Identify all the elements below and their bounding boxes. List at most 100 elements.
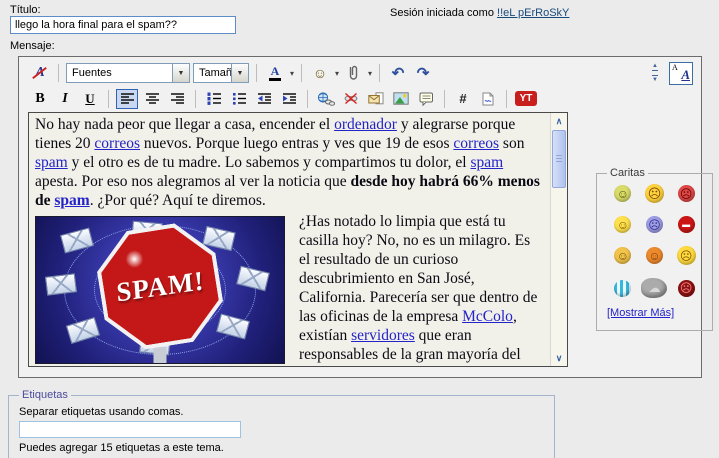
editor-link: correos	[453, 135, 499, 152]
insert-code-button[interactable]: #	[452, 89, 474, 109]
indent-button[interactable]	[278, 89, 300, 109]
align-left-button[interactable]	[116, 89, 138, 109]
insert-flash-button[interactable]	[477, 89, 499, 109]
emoticon-laugh[interactable]: ☺	[646, 247, 663, 264]
font-family-value: Fuentes	[67, 64, 172, 82]
attach-file-button[interactable]	[342, 63, 364, 83]
align-left-icon	[120, 92, 135, 105]
toolbar-resize-spinner[interactable]: ▲ ▼	[652, 63, 658, 83]
editor-scrollbar[interactable]: ∧ ∨	[550, 113, 567, 366]
image-icon	[393, 92, 409, 105]
remove-format-icon: A	[32, 65, 48, 81]
underline-button[interactable]: U	[79, 89, 101, 109]
post-editor-page: Título: Sesión iniciada como !!eL pErRoS…	[0, 0, 719, 458]
envelope-page-icon	[368, 92, 384, 105]
toolbar-separator	[256, 64, 257, 82]
align-right-icon	[170, 92, 185, 105]
quote-bubble-icon	[419, 92, 434, 106]
emoticon-rocks[interactable]: ☁	[641, 278, 667, 298]
toolbar-separator	[301, 64, 302, 82]
undo-icon: ↶	[392, 64, 405, 82]
ordered-list-icon	[207, 92, 222, 105]
title-input[interactable]	[10, 16, 236, 34]
message-body-area: No hay nada peor que llegar a casa, ence…	[28, 112, 568, 367]
tags-input[interactable]	[19, 421, 241, 438]
scroll-up-button[interactable]: ∧	[551, 113, 567, 129]
ordered-list-button[interactable]	[203, 89, 225, 109]
show-more-emoticons-link[interactable]: [Mostrar Más]	[607, 307, 674, 319]
spin-down-icon[interactable]: ▼	[652, 75, 658, 83]
broken-link-icon	[343, 92, 359, 105]
bullet-list-button[interactable]	[228, 89, 250, 109]
italic-button[interactable]: I	[54, 89, 76, 109]
toolbar-separator	[195, 90, 196, 108]
editor-link: spam	[35, 154, 68, 171]
editor-link: McColo	[462, 308, 513, 325]
message-editor: A Fuentes ▼ Tamañ ▼ A ▾ ☺ ▾	[18, 56, 702, 378]
insert-quote-button[interactable]	[415, 89, 437, 109]
underline-icon: U	[85, 91, 94, 107]
font-color-button[interactable]: A	[264, 63, 286, 83]
outdent-button[interactable]	[253, 89, 275, 109]
align-center-button[interactable]	[141, 89, 163, 109]
toolbar-separator	[108, 90, 109, 108]
paragraph: No hay nada peor que llegar a casa, ence…	[35, 115, 544, 210]
align-center-icon	[145, 92, 160, 105]
insert-email-button[interactable]	[365, 89, 387, 109]
outdent-icon	[257, 92, 272, 105]
session-user-link[interactable]: !!eL pErRoSkY	[497, 7, 569, 19]
emoticon-mad[interactable]: ☹	[678, 185, 695, 202]
emoticon-devil[interactable]: ☹	[678, 280, 695, 297]
redo-icon: ↷	[417, 64, 430, 82]
message-body[interactable]: No hay nada peor que llegar a casa, ence…	[29, 113, 550, 366]
font-size-dropdown[interactable]: Tamañ ▼	[193, 63, 249, 83]
emoticon-grr[interactable]: ▬	[678, 216, 695, 233]
emoticon-sad[interactable]: ☹	[645, 184, 664, 203]
hash-icon: #	[459, 91, 466, 106]
scrollbar-thumb[interactable]	[552, 130, 566, 188]
undo-button[interactable]: ↶	[387, 63, 409, 83]
emoticon-dropdown-arrow[interactable]: ▾	[335, 69, 339, 78]
flash-file-icon	[482, 92, 494, 106]
spam-sign-text: SPAM!	[116, 271, 205, 302]
globe-link-icon	[317, 92, 335, 106]
font-family-dropdown[interactable]: Fuentes ▼	[66, 63, 190, 83]
chevron-down-icon[interactable]: ▼	[231, 64, 248, 82]
emoticon-grin[interactable]: ☺	[614, 216, 631, 233]
bold-icon: B	[35, 91, 44, 107]
insert-emoticon-button[interactable]: ☺	[309, 63, 331, 83]
remove-link-button[interactable]	[340, 89, 362, 109]
paragraph: SPAM! ¿Has notado lo limpia que está tu …	[35, 212, 544, 366]
toolbar-separator	[307, 90, 308, 108]
emoticon-squint[interactable]: ☹	[677, 246, 696, 265]
font-color-dropdown-arrow[interactable]: ▾	[290, 69, 294, 78]
emoticon-rolleyes[interactable]: ☺	[614, 247, 631, 264]
emoticon-smile[interactable]: ☺	[614, 185, 631, 202]
session-status: Sesión iniciada como !!eL pErRoSkY	[390, 7, 569, 19]
editor-link: correos	[94, 135, 140, 152]
toggle-editor-mode-button[interactable]: A A	[669, 62, 693, 85]
emoticon-grid: ☺ ☹ ☹ ☺ ☹ ▬ ☺ ☺ ☹ ☁ ☹	[607, 184, 702, 298]
spin-up-icon[interactable]: ▲	[652, 63, 658, 71]
redo-button[interactable]: ↷	[412, 63, 434, 83]
toolbar-separator	[506, 90, 507, 108]
insert-youtube-button[interactable]: YT	[514, 89, 538, 109]
emoticon-ball[interactable]	[614, 280, 631, 297]
bold-button[interactable]: B	[29, 89, 51, 109]
emoticon-confused[interactable]: ☹	[646, 216, 663, 233]
tags-panel: Etiquetas Separar etiquetas usando comas…	[8, 389, 555, 458]
tags-panel-title: Etiquetas	[19, 389, 71, 401]
chevron-down-icon[interactable]: ▼	[172, 64, 189, 82]
attach-dropdown-arrow[interactable]: ▾	[368, 69, 372, 78]
insert-image-button[interactable]	[390, 89, 412, 109]
toolbar-separator	[58, 64, 59, 82]
align-right-button[interactable]	[166, 89, 188, 109]
scroll-down-button[interactable]: ∨	[551, 350, 567, 366]
italic-icon: I	[62, 91, 67, 107]
spam-stop-sign-image: SPAM!	[35, 216, 285, 364]
insert-link-button[interactable]	[315, 89, 337, 109]
remove-format-button[interactable]: A	[29, 63, 51, 83]
editor-link: spam	[54, 192, 89, 209]
toolbar-separator	[444, 90, 445, 108]
paperclip-icon	[347, 65, 359, 81]
